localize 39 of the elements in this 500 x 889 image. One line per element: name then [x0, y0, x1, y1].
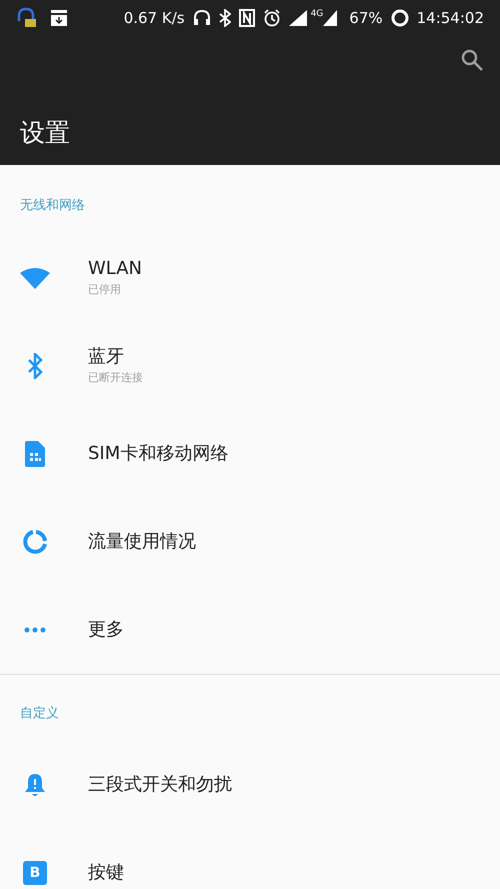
network-speed: 0.67 K/s	[124, 8, 185, 29]
battery-level: 67%	[349, 8, 383, 29]
clock: 14:54:02	[416, 8, 484, 29]
page-title: 设置	[20, 117, 71, 149]
item-title: 流量使用情况	[88, 530, 196, 554]
more-icon	[24, 627, 46, 633]
bell-icon	[24, 773, 46, 797]
settings-item[interactable]: 流量使用情况	[0, 498, 500, 586]
headphones-icon	[192, 9, 211, 27]
settings-item[interactable]: SIM卡和移动网络	[0, 410, 500, 498]
settings-item[interactable]: 更多	[0, 586, 500, 674]
download-icon	[50, 9, 68, 27]
item-subtitle: 已停用	[88, 282, 122, 298]
item-title: 蓝牙	[88, 346, 125, 368]
wifi-icon	[20, 267, 50, 289]
sim-card-icon	[25, 441, 45, 467]
settings-item[interactable]: WLAN 已停用	[0, 234, 500, 322]
bluetooth-icon	[218, 9, 231, 27]
search-icon[interactable]	[460, 48, 484, 72]
section-header: 自定义	[20, 705, 60, 723]
signal-icon	[288, 10, 307, 26]
settings-item[interactable]: B 按键	[0, 829, 500, 889]
battery-ring-icon	[390, 9, 409, 27]
item-subtitle: 已断开连接	[88, 370, 143, 386]
item-title: SIM卡和移动网络	[88, 442, 228, 466]
alarm-icon	[262, 9, 281, 27]
settings-item[interactable]: 蓝牙 已断开连接	[0, 322, 500, 410]
item-title: WLAN	[88, 258, 142, 280]
letter-key-icon: B	[23, 861, 47, 885]
settings-item[interactable]: 三段式开关和勿扰	[0, 741, 500, 829]
item-title: 按键	[88, 862, 124, 884]
nfc-icon	[238, 9, 255, 27]
signal-icon	[323, 10, 338, 26]
item-title: 三段式开关和勿扰	[88, 774, 232, 796]
item-title: 更多	[88, 618, 124, 642]
section-header: 无线和网络	[20, 197, 86, 215]
bluetooth-icon	[27, 353, 43, 379]
donut-icon	[22, 529, 48, 555]
network-type: 4G	[310, 8, 324, 21]
